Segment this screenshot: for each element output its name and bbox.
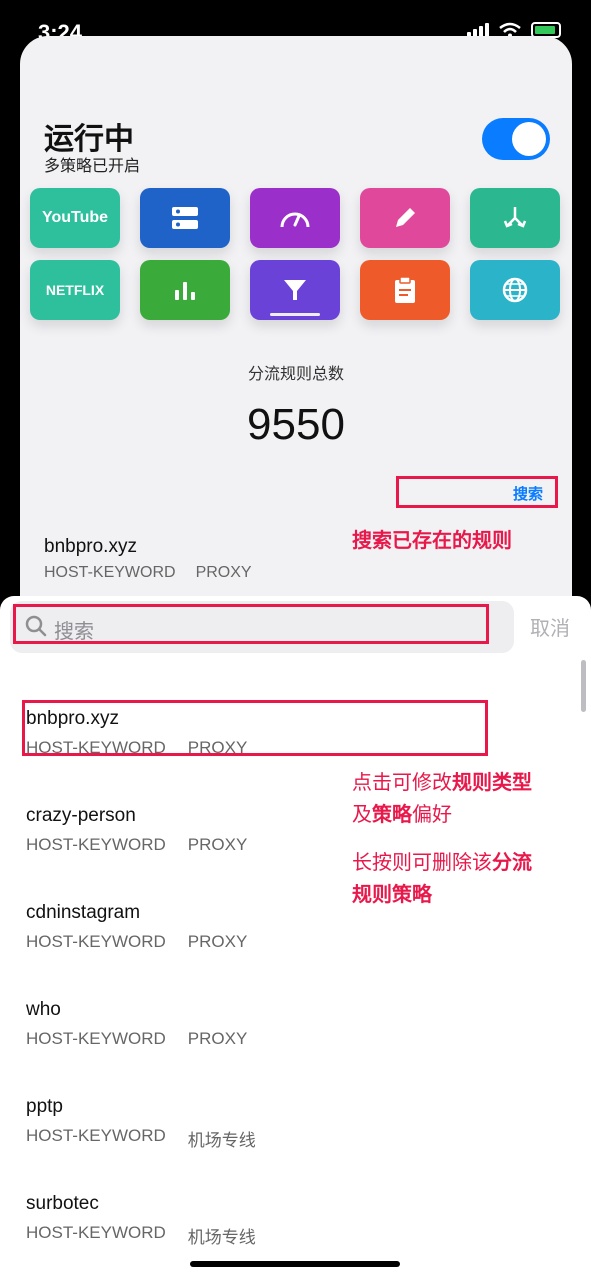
rule-type: HOST-KEYWORD <box>26 1223 166 1242</box>
annotation-line: 规则策略 <box>352 878 532 910</box>
tile-netflix[interactable]: NETFLIX <box>30 260 120 320</box>
rule-name: pptp <box>26 1096 63 1117</box>
tile-server[interactable] <box>140 188 230 248</box>
rule-meta: HOST-KEYWORD PROXY <box>26 835 247 855</box>
annotation-emphasis: 规则类型 <box>452 770 532 794</box>
rule-name: cdninstagram <box>26 902 141 923</box>
annotation-emphasis: 分流 <box>492 850 532 874</box>
server-icon <box>172 207 198 229</box>
rule-type: HOST-KEYWORD <box>26 1126 166 1145</box>
annotation-text: 点击可修改 <box>352 770 452 794</box>
rule-meta: HOST-KEYWORD PROXY <box>26 1029 247 1049</box>
rule-count-value: 9550 <box>247 400 345 449</box>
background-rule-type: HOST-KEYWORD <box>44 564 176 581</box>
rule-item[interactable]: pptp HOST-KEYWORD 机场专线 <box>0 1088 591 1178</box>
rule-type: HOST-KEYWORD <box>26 1029 166 1048</box>
fork-arrow-icon <box>503 207 527 228</box>
page-subtitle: 多策略已开启 <box>44 156 141 175</box>
rule-item[interactable]: who HOST-KEYWORD PROXY <box>0 991 591 1081</box>
youtube-logo: YouTube <box>41 209 109 226</box>
rule-policy: 机场专线 <box>187 1131 256 1150</box>
rule-policy: PROXY <box>187 835 248 854</box>
active-tile-indicator <box>270 313 320 316</box>
cancel-button[interactable]: 取消 <box>530 612 570 641</box>
search-highlight-box <box>13 604 489 644</box>
search-sheet: 搜索 取消 bnbpro.xyz HOST-KEYWORD PROXY crazy… <box>0 596 591 1280</box>
tile-clipboard[interactable] <box>360 260 450 320</box>
tile-rule-filter[interactable] <box>250 260 340 320</box>
globe-icon <box>502 277 528 303</box>
annotation-emphasis: 规则策略 <box>352 882 432 906</box>
clipboard-icon <box>395 276 415 303</box>
annotation-line: 点击可修改规则类型 <box>352 766 532 798</box>
rule-name: who <box>26 999 61 1020</box>
tile-statistics[interactable] <box>140 260 230 320</box>
tile-speed-test[interactable] <box>250 188 340 248</box>
rule-policy: PROXY <box>187 932 248 951</box>
background-rule-meta: HOST-KEYWORD PROXY <box>44 564 252 582</box>
rule-name: surbotec <box>26 1193 99 1214</box>
background-rule-policy: PROXY <box>195 564 252 581</box>
pencil-icon <box>396 208 415 227</box>
annotation-emphasis: 策略 <box>372 802 412 826</box>
bar-chart-icon <box>175 282 195 300</box>
rule-type: HOST-KEYWORD <box>26 835 166 854</box>
speedometer-icon <box>280 212 310 228</box>
rule-count-label: 分流规则总数 <box>247 364 344 383</box>
annotation-text: 偏好 <box>412 802 452 826</box>
toggle-knob <box>512 122 546 156</box>
annotation-text: 及 <box>352 802 372 826</box>
rule-policy: PROXY <box>187 1029 248 1048</box>
rule-highlight-box <box>22 700 488 756</box>
rule-name: crazy-person <box>26 805 136 826</box>
annotation-line: 及策略偏好 <box>352 798 532 830</box>
rule-meta: HOST-KEYWORD 机场专线 <box>26 1223 256 1248</box>
annotation-tap-to-edit: 点击可修改规则类型 及策略偏好 <box>352 766 532 830</box>
rule-meta: HOST-KEYWORD 机场专线 <box>26 1126 256 1151</box>
master-toggle[interactable] <box>482 118 550 160</box>
filter-icon <box>284 280 306 300</box>
search-link-label: 搜索 <box>512 485 543 503</box>
tile-network[interactable] <box>470 260 560 320</box>
tile-edit[interactable] <box>360 188 450 248</box>
annotation-hold-to-delete: 长按则可删除该分流 规则策略 <box>352 846 532 910</box>
annotation-line: 长按则可删除该分流 <box>352 846 532 878</box>
annotation-text: 长按则可删除该 <box>352 850 492 874</box>
rule-meta: HOST-KEYWORD PROXY <box>26 932 247 952</box>
netflix-logo: NETFLIX <box>45 282 105 298</box>
search-rules-link[interactable]: 搜索 <box>396 476 558 508</box>
main-card: 运行中 多策略已开启 YouTube NETFLIX 分流规则总数 9550 搜… <box>20 36 572 656</box>
rule-policy: 机场专线 <box>187 1228 256 1247</box>
rule-type: HOST-KEYWORD <box>26 932 166 951</box>
tile-youtube[interactable]: YouTube <box>30 188 120 248</box>
tile-routing[interactable] <box>470 188 560 248</box>
annotation-search-existing: 搜索已存在的规则 <box>352 528 512 552</box>
background-rule-name: bnbpro.xyz <box>44 536 137 557</box>
home-indicator <box>190 1261 400 1267</box>
